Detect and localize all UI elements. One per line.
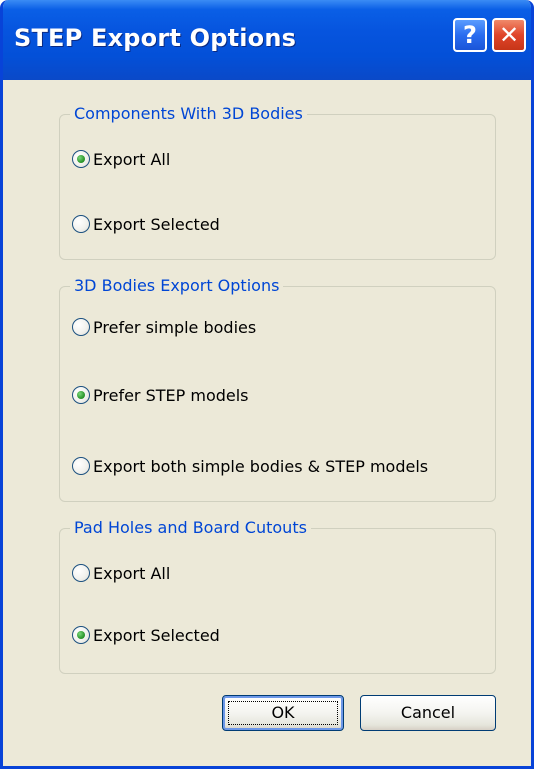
group-title: Pad Holes and Board Cutouts bbox=[70, 516, 311, 540]
group-3d-bodies-export-options: 3D Bodies Export Options Prefer simple b… bbox=[59, 274, 496, 502]
radio-pad-holes-export-selected[interactable]: Export Selected bbox=[72, 623, 220, 647]
radio-button-icon[interactable] bbox=[72, 215, 90, 233]
radio-label: Export Selected bbox=[93, 214, 220, 234]
group-components-with-3d-bodies: Components With 3D Bodies Export All Exp… bbox=[59, 102, 496, 260]
radio-label: Prefer simple bodies bbox=[93, 317, 257, 337]
step-export-options-dialog: STEP Export Options ? ✕ Components With … bbox=[0, 0, 534, 769]
radio-button-icon[interactable] bbox=[72, 564, 90, 582]
focus-rectangle bbox=[228, 701, 338, 725]
group-pad-holes-and-board-cutouts: Pad Holes and Board Cutouts Export All E… bbox=[59, 516, 496, 674]
radio-components-export-all[interactable]: Export All bbox=[72, 147, 170, 171]
radio-label: Export All bbox=[93, 563, 171, 583]
group-title: Components With 3D Bodies bbox=[70, 102, 307, 126]
radio-label: Prefer STEP models bbox=[93, 385, 249, 405]
radio-components-export-selected[interactable]: Export Selected bbox=[72, 212, 220, 236]
radio-button-icon[interactable] bbox=[72, 626, 90, 644]
close-icon: ✕ bbox=[498, 21, 520, 49]
title-bar[interactable]: STEP Export Options ? ✕ bbox=[3, 0, 531, 80]
radio-prefer-step-models[interactable]: Prefer STEP models bbox=[72, 383, 249, 407]
close-button[interactable]: ✕ bbox=[492, 18, 526, 52]
radio-button-icon[interactable] bbox=[72, 318, 90, 336]
cancel-button[interactable]: Cancel bbox=[360, 695, 496, 731]
ok-button[interactable]: OK bbox=[222, 695, 344, 731]
radio-export-both[interactable]: Export both simple bodies & STEP models bbox=[72, 454, 428, 478]
help-icon: ? bbox=[463, 21, 477, 49]
radio-label: Export Selected bbox=[93, 625, 220, 645]
radio-label: Export All bbox=[93, 149, 171, 169]
group-title: 3D Bodies Export Options bbox=[70, 274, 284, 298]
radio-button-icon[interactable] bbox=[72, 386, 90, 404]
help-button[interactable]: ? bbox=[453, 18, 487, 52]
radio-prefer-simple-bodies[interactable]: Prefer simple bodies bbox=[72, 315, 256, 339]
window-title: STEP Export Options bbox=[14, 24, 297, 52]
cancel-button-label: Cancel bbox=[400, 703, 456, 722]
radio-button-icon[interactable] bbox=[72, 457, 90, 475]
dialog-body: Components With 3D Bodies Export All Exp… bbox=[3, 80, 531, 766]
radio-pad-holes-export-all[interactable]: Export All bbox=[72, 561, 170, 585]
radio-label: Export both simple bodies & STEP models bbox=[93, 456, 429, 476]
radio-button-icon[interactable] bbox=[72, 150, 90, 168]
